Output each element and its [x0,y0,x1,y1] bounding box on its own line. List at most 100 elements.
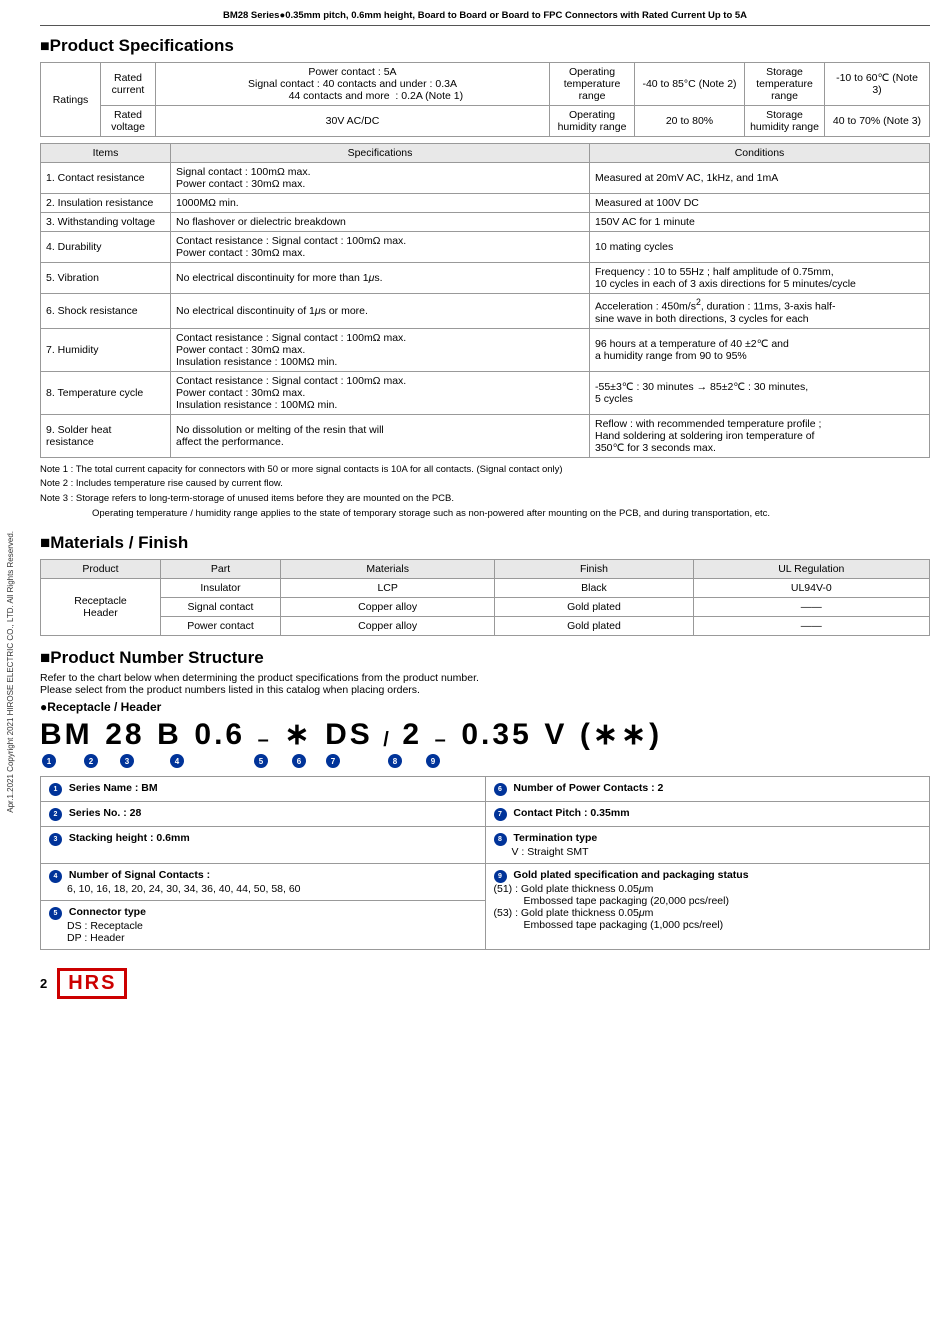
specs-col-items: Items [41,144,171,163]
materials-title: ■Materials / Finish [40,533,930,553]
desc-label-4: Number of Signal Contacts : [69,869,210,881]
mat-ul-2: —— [693,598,929,617]
storage-hum-val: 40 to 70% (Note 3) [825,106,930,137]
code-star: ∗ [284,720,312,750]
desc-text-8: V : Straight SMT [494,846,589,858]
note-3-cont: Operating temperature / humidity range a… [40,507,930,522]
footer-page: 2 [40,976,47,991]
spec-spec-8: Contact resistance : Signal contact : 10… [171,371,590,414]
desc-text-9b: Embossed tape packaging (20,000 pcs/reel… [494,895,729,907]
code-06: 0.6 [194,720,245,750]
spec-spec-3: No flashover or dielectric breakdown [171,213,590,232]
spec-spec-1: Signal contact : 100mΩ max.Power contact… [171,163,590,194]
spec-row-5: 5. Vibration No electrical discontinuity… [41,263,930,294]
desc-cell-8: 8 Termination type V : Straight SMT [485,827,930,864]
desc-row-3: 3 Stacking height : 0.6mm 8 Termination … [41,827,930,864]
product-number-title: ■Product Number Structure [40,648,930,668]
mat-col-finish: Finish [495,560,693,579]
desc-cell-3: 3 Stacking height : 0.6mm [41,827,486,864]
mat-finish-3: Gold plated [495,617,693,636]
circle-3: 3 [120,754,134,768]
spec-cond-4: 10 mating cycles [590,232,930,263]
materials-table: Product Part Materials Finish UL Regulat… [40,559,930,636]
rated-voltage-val: 30V AC/DC [156,106,550,137]
hrs-logo: HRS [57,968,127,999]
mat-finish-2: Gold plated [495,598,693,617]
desc-text-5b: DP : Header [49,932,125,944]
spec-cond-6: Acceleration : 450m/s2, duration : 11ms,… [590,294,930,329]
notes-section: Note 1 : The total current capacity for … [40,463,930,522]
circle-numbers-row: 1 2 3 4 5 6 7 8 9 [40,754,930,768]
code-ds: DS [325,720,373,750]
mat-part-2: Signal contact [161,598,281,617]
circle-7: 7 [326,754,340,768]
spec-row-6: 6. Shock resistance No electrical discon… [41,294,930,329]
desc-cell-9: 9 Gold plated specification and packagin… [485,864,930,950]
mat-row-3: Power contact Copper alloy Gold plated —… [41,617,930,636]
op-hum-val: 20 to 80% [635,106,745,137]
code-035: 0.35 [461,720,531,750]
storage-temp-val: -10 to 60℃ (Note 3) [825,63,930,106]
desc-num-8: 8 [494,833,507,846]
spec-item-6: 6. Shock resistance [41,294,171,329]
specs-col-cond: Conditions [590,144,930,163]
spec-row-9: 9. Solder heatresistance No dissolution … [41,414,930,457]
spec-item-2: 2. Insulation resistance [41,194,171,213]
desc-label-2: Series No. : 28 [69,807,141,819]
op-temp-label: Operatingtemperature range [550,63,635,106]
rated-current-label: Rated current [101,63,156,106]
spec-row-2: 2. Insulation resistance 1000MΩ min. Mea… [41,194,930,213]
desc-text-9d: Embossed tape packaging (1,000 pcs/reel) [494,919,724,931]
spec-spec-6: No electrical discontinuity of 1μs or mo… [171,294,590,329]
circle-8: 8 [388,754,402,768]
circle-4: 4 [170,754,184,768]
desc-text-4: 6, 10, 16, 18, 20, 24, 30, 34, 36, 40, 4… [49,883,301,895]
vertical-text: Apr.1.2021 Copyright 2021 HIROSE ELECTRI… [2,0,18,1344]
mat-part-3: Power contact [161,617,281,636]
mat-product: ReceptacleHeader [41,579,161,636]
product-number-section: ■Product Number Structure Refer to the c… [40,648,930,950]
spec-cond-3: 150V AC for 1 minute [590,213,930,232]
spec-item-9: 9. Solder heatresistance [41,414,171,457]
spec-cond-5: Frequency : 10 to 55Hz ; half amplitude … [590,263,930,294]
storage-temp-label: Storagetemperature range [745,63,825,106]
note-3: Note 3 : Storage refers to long-term-sto… [40,492,930,507]
specs-table: Items Specifications Conditions 1. Conta… [40,143,930,458]
mat-finish-1: Black [495,579,693,598]
spec-cond-7: 96 hours at a temperature of 40 ±2℃ anda… [590,328,930,371]
receptacle-header-title: ●Receptacle / Header [40,700,930,714]
spec-row-3: 3. Withstanding voltage No flashover or … [41,213,930,232]
spec-cond-2: Measured at 100V DC [590,194,930,213]
desc-text-9a: (51) : Gold plate thickness 0.05μm [494,883,654,895]
circle-5: 5 [254,754,268,768]
spec-cond-1: Measured at 20mV AC, 1kHz, and 1mA [590,163,930,194]
product-specs-title: ■Product Specifications [40,36,930,56]
spec-spec-7: Contact resistance : Signal contact : 10… [171,328,590,371]
spec-item-3: 3. Withstanding voltage [41,213,171,232]
desc-label-3: Stacking height : 0.6mm [69,832,190,844]
spec-spec-2: 1000MΩ min. [171,194,590,213]
desc-num-6: 6 [494,783,507,796]
circle-2: 2 [84,754,98,768]
rated-voltage-label: Ratedvoltage [101,106,156,137]
bm-code-display: BM 28 B 0.6 – ∗ DS / 2 – 0.35 V (∗∗) [40,720,930,750]
product-specs-section: ■Product Specifications Ratings Rated cu… [40,36,930,521]
note-1: Note 1 : The total current capacity for … [40,463,930,478]
product-number-desc: Refer to the chart below when determinin… [40,672,930,696]
desc-cell-6: 6 Number of Power Contacts : 2 [485,777,930,802]
code-2: 2 [402,720,422,750]
top-header: BM28 Series●0.35mm pitch, 0.6mm height, … [40,10,930,26]
desc-label-5: Connector type [69,906,146,918]
code-bm: BM [40,720,93,750]
spec-item-1: 1. Contact resistance [41,163,171,194]
rated-current-values: Power contact : 5A Signal contact : 40 c… [156,63,550,106]
mat-col-part: Part [161,560,281,579]
desc-label-9: Gold plated specification and packaging … [513,869,748,881]
spec-item-4: 4. Durability [41,232,171,263]
spec-spec-4: Contact resistance : Signal contact : 10… [171,232,590,263]
spec-item-8: 8. Temperature cycle [41,371,171,414]
desc-num-5: 5 [49,907,62,920]
desc-label-8: Termination type [513,832,597,844]
desc-num-2: 2 [49,808,62,821]
desc-num-4: 4 [49,870,62,883]
